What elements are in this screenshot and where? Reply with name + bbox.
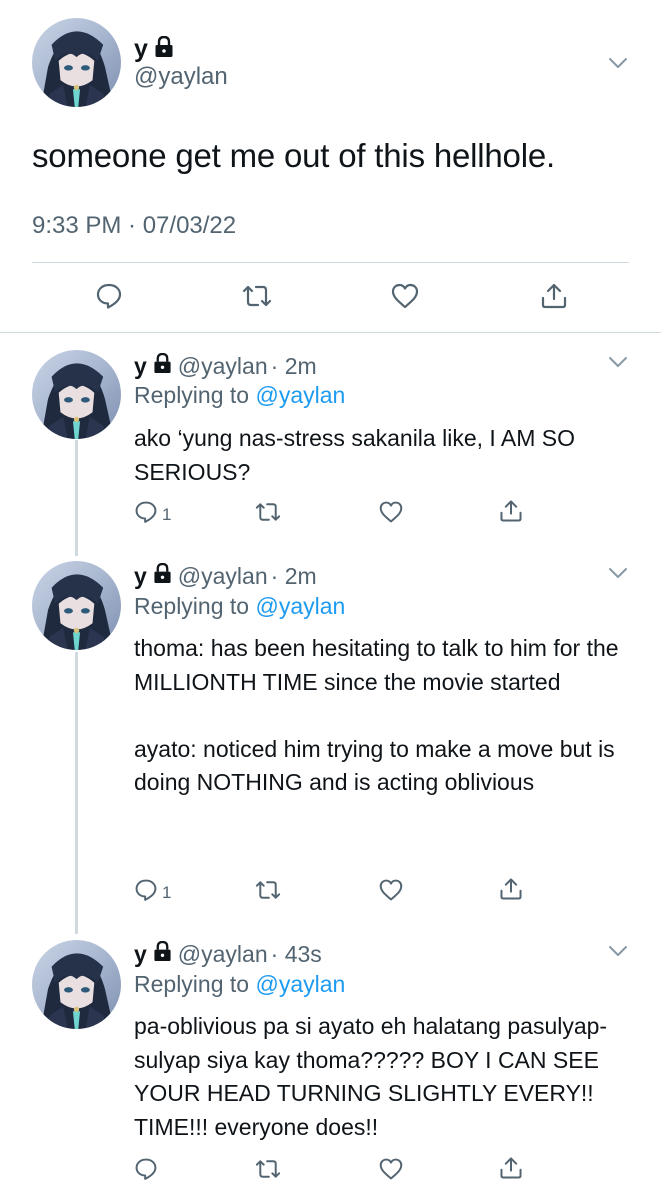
replying-to-mention[interactable]: @yaylan (255, 382, 345, 408)
display-name[interactable]: y (134, 563, 147, 590)
avatar[interactable] (32, 561, 121, 650)
reply-time[interactable]: · 43s (271, 941, 322, 968)
reply-time[interactable]: · 2m (271, 353, 317, 380)
reply-text: thoma: has been hesitating to talk to hi… (134, 635, 619, 796)
author-handle[interactable]: @yaylan (178, 563, 268, 590)
like-button[interactable] (390, 282, 420, 315)
tweet-text: someone get me out of this hellhole. (32, 137, 555, 174)
retweet-icon (254, 500, 282, 529)
like-button[interactable] (378, 878, 404, 907)
replying-to-mention[interactable]: @yaylan (255, 971, 345, 997)
chevron-down-icon[interactable] (608, 355, 628, 369)
divider (0, 332, 661, 333)
reply-time[interactable]: · 2m (271, 563, 317, 590)
replying-to-label: Replying to (134, 971, 250, 997)
heart-icon (390, 282, 420, 315)
like-button[interactable] (378, 1157, 404, 1186)
heart-icon (378, 500, 404, 529)
tweet-timestamp[interactable]: 9:33 PM · 07/03/22 (32, 212, 236, 240)
lock-icon (153, 940, 172, 967)
author-handle[interactable]: @yaylan (178, 941, 268, 968)
reply-bubble-icon (95, 282, 123, 315)
thread-line (75, 440, 78, 556)
share-button[interactable] (539, 281, 569, 316)
avatar[interactable] (32, 18, 121, 107)
author-handle[interactable]: @yaylan (134, 63, 228, 91)
reply-bubble-icon (134, 1157, 158, 1186)
retweet-button[interactable] (241, 282, 273, 315)
lock-icon (153, 352, 172, 379)
heart-icon (378, 878, 404, 907)
author-name-row: y (134, 34, 174, 64)
reply-count: 1 (162, 882, 172, 902)
share-button[interactable] (498, 498, 524, 529)
reply-button[interactable]: 1 (134, 500, 171, 529)
author-name-row: y @yaylan · 2m (134, 562, 317, 590)
avatar[interactable] (32, 940, 121, 1029)
reply-bubble-icon (134, 500, 158, 529)
lock-icon (154, 35, 174, 63)
author-handle[interactable]: @yaylan (178, 353, 268, 380)
share-icon (498, 876, 524, 907)
replying-to-label: Replying to (134, 593, 250, 619)
reply-text: pa-oblivious pa si ayato eh halatang pas… (134, 1013, 608, 1140)
share-button[interactable] (498, 876, 524, 907)
share-button[interactable] (498, 1155, 524, 1186)
share-icon (539, 281, 569, 316)
reply-button[interactable] (95, 282, 123, 315)
author-name-row: y @yaylan · 2m (134, 352, 317, 380)
replying-to: Replying to @yaylan (134, 382, 345, 409)
reply-button[interactable]: 1 (134, 878, 171, 907)
share-icon (498, 498, 524, 529)
divider (32, 262, 629, 263)
like-button[interactable] (378, 500, 404, 529)
replying-to: Replying to @yaylan (134, 971, 345, 998)
lock-icon (153, 562, 172, 589)
reply-button[interactable] (134, 1157, 162, 1186)
retweet-button[interactable] (254, 1157, 282, 1186)
retweet-icon (254, 1157, 282, 1186)
display-name[interactable]: y (134, 35, 148, 64)
author-name-row: y @yaylan · 43s (134, 940, 322, 968)
thread-line (75, 652, 78, 934)
display-name[interactable]: y (134, 941, 147, 968)
display-name[interactable]: y (134, 353, 147, 380)
replying-to-label: Replying to (134, 382, 250, 408)
reply-bubble-icon (134, 878, 158, 907)
avatar[interactable] (32, 350, 121, 439)
replying-to: Replying to @yaylan (134, 593, 345, 620)
chevron-down-icon[interactable] (608, 566, 628, 580)
retweet-button[interactable] (254, 878, 282, 907)
reply-text: ako ‘yung nas-stress sakanila like, I AM… (134, 425, 576, 485)
retweet-button[interactable] (254, 500, 282, 529)
reply-count: 1 (162, 504, 172, 524)
chevron-down-icon[interactable] (608, 56, 628, 70)
retweet-icon (254, 878, 282, 907)
retweet-icon (241, 282, 273, 315)
heart-icon (378, 1157, 404, 1186)
share-icon (498, 1155, 524, 1186)
chevron-down-icon[interactable] (608, 944, 628, 958)
replying-to-mention[interactable]: @yaylan (255, 593, 345, 619)
